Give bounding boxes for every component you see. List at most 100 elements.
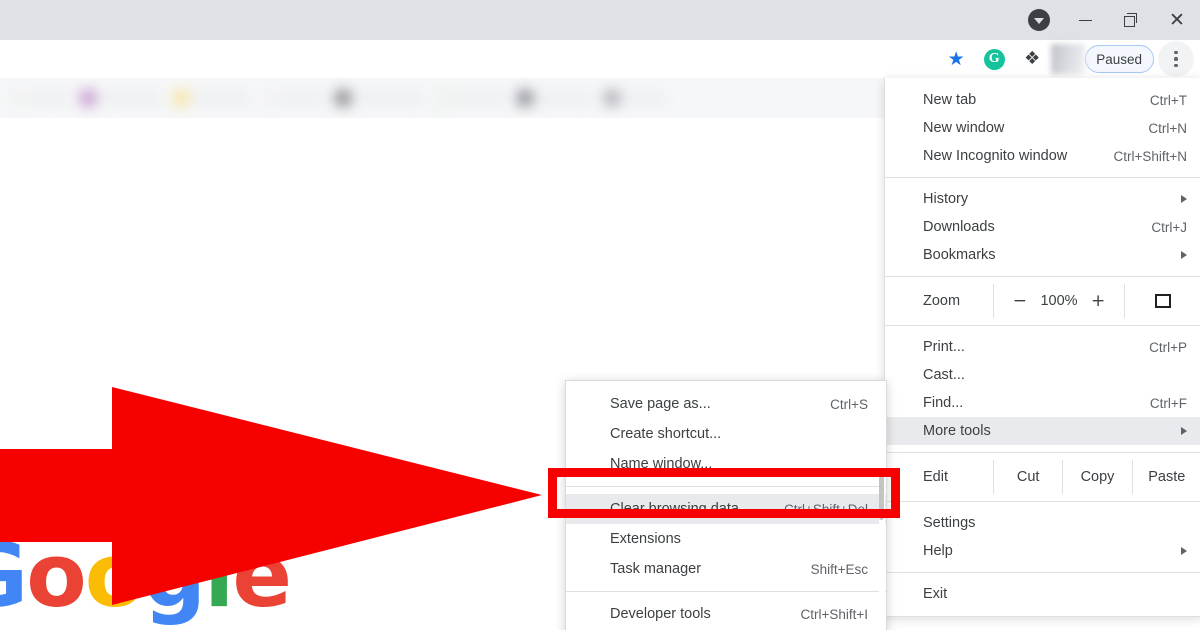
- edit-paste-button[interactable]: Paste: [1131, 460, 1200, 494]
- submenu-item-save-page-as[interactable]: Save page as... Ctrl+S: [566, 389, 886, 419]
- menu-group-tools: Print... Ctrl+P Cast... Find... Ctrl+F M…: [885, 333, 1200, 445]
- menu-group-browse: History Downloads Ctrl+J Bookmarks: [885, 185, 1200, 269]
- menu-item-new-incognito-window[interactable]: New Incognito window Ctrl+Shift+N: [885, 142, 1200, 170]
- menu-item-shortcut: Ctrl+Shift+N: [1113, 148, 1187, 164]
- menu-item-bookmarks[interactable]: Bookmarks: [885, 241, 1200, 269]
- favicon-icon: [336, 91, 350, 105]
- zoom-level-value: 100%: [1040, 293, 1078, 309]
- menu-item-help[interactable]: Help: [885, 537, 1200, 565]
- submenu-item-name-window[interactable]: Name window...: [566, 449, 886, 479]
- submenu-item-create-shortcut[interactable]: Create shortcut...: [566, 419, 886, 449]
- avatar[interactable]: [1051, 44, 1086, 74]
- bookmark-item[interactable]: [8, 89, 72, 107]
- menu-item-new-tab[interactable]: New tab Ctrl+T: [885, 86, 1200, 114]
- close-button[interactable]: ✕: [1154, 0, 1200, 40]
- restore-button[interactable]: [1108, 0, 1154, 40]
- bookmark-item[interactable]: [514, 89, 596, 107]
- menu-divider: [885, 501, 1200, 502]
- bookmark-item[interactable]: [332, 89, 428, 107]
- menu-item-downloads[interactable]: Downloads Ctrl+J: [885, 213, 1200, 241]
- favicon-icon: [174, 91, 188, 105]
- submenu-item-clear-browsing-data[interactable]: Clear browsing data... Ctrl+Shift+Del: [566, 494, 886, 524]
- submenu-item-label: Name window...: [610, 456, 713, 472]
- submenu-group-data: Clear browsing data... Ctrl+Shift+Del Ex…: [566, 494, 886, 584]
- submenu-item-task-manager[interactable]: Task manager Shift+Esc: [566, 554, 886, 584]
- submenu-group-save: Save page as... Ctrl+S Create shortcut..…: [566, 389, 886, 479]
- bookmarks-bar[interactable]: [0, 78, 884, 119]
- star-icon: ★: [947, 47, 965, 70]
- chrome-main-menu: New tab Ctrl+T New window Ctrl+N New Inc…: [884, 78, 1200, 617]
- submenu-item-label: Extensions: [610, 531, 681, 547]
- favicon-icon: [12, 91, 26, 105]
- submenu-scrollbar[interactable]: [879, 382, 885, 630]
- menu-item-label: New tab: [923, 92, 977, 108]
- submenu-divider: [566, 591, 886, 592]
- bookmark-item[interactable]: [259, 89, 327, 107]
- fullscreen-button[interactable]: [1125, 284, 1200, 318]
- toolbar-actions: ★ G ❖ Paused: [937, 40, 1194, 78]
- minimize-button[interactable]: [1062, 0, 1108, 40]
- bookmark-item[interactable]: [170, 89, 254, 107]
- bookmark-item[interactable]: [601, 89, 671, 107]
- grammarly-icon: G: [983, 48, 1005, 70]
- menu-item-shortcut: Ctrl+J: [1151, 219, 1187, 235]
- menu-item-label: Bookmarks: [923, 247, 996, 263]
- chrome-menu-button[interactable]: [1158, 41, 1194, 77]
- menu-group-exit: Exit: [885, 580, 1200, 608]
- zoom-label: Zoom: [923, 293, 961, 309]
- submenu-item-shortcut: Ctrl+Shift+Del: [783, 501, 868, 517]
- submenu-item-developer-tools[interactable]: Developer tools Ctrl+Shift+I: [566, 599, 886, 629]
- menu-item-exit[interactable]: Exit: [885, 580, 1200, 608]
- browser-toolbar: ★ G ❖ Paused: [0, 40, 1200, 78]
- grammarly-extension-button[interactable]: G: [975, 40, 1013, 78]
- extensions-button[interactable]: ❖: [1013, 40, 1051, 78]
- menu-item-label: Find...: [923, 395, 964, 411]
- chevron-right-icon: [1181, 195, 1187, 203]
- submenu-group-dev: Developer tools Ctrl+Shift+I: [566, 599, 886, 629]
- edit-cut-button[interactable]: Cut: [993, 460, 1062, 494]
- sync-paused-badge[interactable]: Paused: [1085, 45, 1154, 73]
- more-tools-submenu: Save page as... Ctrl+S Create shortcut..…: [565, 380, 887, 630]
- zoom-in-button[interactable]: +: [1087, 291, 1109, 311]
- menu-item-history[interactable]: History: [885, 185, 1200, 213]
- window-title-bar: ✕: [0, 0, 1200, 40]
- menu-item-shortcut: Ctrl+N: [1148, 120, 1187, 136]
- menu-item-label: History: [923, 191, 969, 207]
- bookmarks-blurred-content: [0, 78, 884, 118]
- red-pointer-arrow: [0, 387, 542, 605]
- close-icon: ✕: [1169, 8, 1185, 31]
- submenu-item-extensions[interactable]: Extensions: [566, 524, 886, 554]
- menu-item-shortcut: Ctrl+T: [1149, 92, 1187, 108]
- menu-item-new-window[interactable]: New window Ctrl+N: [885, 114, 1200, 142]
- zoom-controls: − 100% +: [993, 284, 1125, 318]
- menu-item-label: Cast...: [923, 367, 965, 383]
- menu-item-cast[interactable]: Cast...: [885, 361, 1200, 389]
- menu-item-shortcut: Ctrl+F: [1149, 395, 1187, 411]
- edit-copy-button[interactable]: Copy: [1062, 460, 1131, 494]
- kebab-dot-icon: [1174, 57, 1178, 61]
- restore-icon: [1124, 13, 1138, 27]
- menu-item-settings[interactable]: Settings: [885, 509, 1200, 537]
- favicon-icon: [518, 91, 532, 105]
- submenu-item-label: Developer tools: [610, 606, 711, 622]
- menu-divider: [885, 177, 1200, 178]
- menu-item-shortcut: Ctrl+P: [1149, 339, 1187, 355]
- submenu-item-shortcut: Ctrl+S: [830, 396, 868, 412]
- profile-caret-button[interactable]: [1016, 0, 1062, 40]
- bookmark-item[interactable]: [77, 89, 165, 107]
- bookmark-item[interactable]: [433, 89, 509, 107]
- browser-window: ✕ ★ G ❖ Paused o e New tab Ctrl+T New wi…: [0, 0, 1200, 630]
- favicon-icon: [605, 91, 619, 105]
- menu-divider: [885, 572, 1200, 573]
- menu-item-find[interactable]: Find... Ctrl+F: [885, 389, 1200, 417]
- submenu-item-label: Create shortcut...: [610, 426, 722, 442]
- menu-item-label: Help: [923, 543, 953, 559]
- menu-item-more-tools[interactable]: More tools: [885, 417, 1200, 445]
- submenu-scrollbar-thumb[interactable]: [879, 474, 884, 520]
- edit-label: Edit: [923, 469, 948, 485]
- bookmark-star-button[interactable]: ★: [937, 40, 975, 78]
- zoom-out-button[interactable]: −: [1009, 291, 1031, 311]
- menu-divider: [885, 325, 1200, 326]
- puzzle-piece-icon: ❖: [1024, 48, 1041, 69]
- menu-item-print[interactable]: Print... Ctrl+P: [885, 333, 1200, 361]
